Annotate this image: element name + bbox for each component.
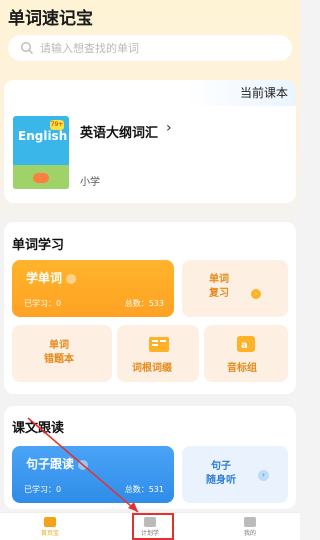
sentence-listen-button[interactable]: 句子 随身听 ›	[182, 446, 288, 503]
profile-icon	[244, 516, 256, 527]
annotation-highlight-box	[132, 513, 174, 540]
book-cover-image: 79+ English	[13, 116, 69, 189]
search-placeholder: 请输入想查找的单词	[40, 42, 139, 55]
current-book-card[interactable]: 当前课本 79+ English 英语大纲词汇 › 小学	[4, 80, 296, 203]
review-line1: 单词	[209, 274, 229, 285]
word-study-panel: 单词学习 学单词 已学习：0 总数：533 单词 复习 › 单词 错题本 词根词…	[4, 222, 296, 394]
review-button[interactable]: 单词 复习 ›	[182, 260, 288, 317]
learn-words-label: 学单词	[26, 271, 63, 285]
tab-mine[interactable]: 我的	[220, 516, 280, 537]
arrow-circle-icon: ›	[251, 289, 261, 299]
root-affix-label: 词根词缀	[132, 363, 172, 374]
phonetic-button[interactable]: a 音标组	[204, 325, 288, 382]
text-follow-panel: 课文跟读 句子跟读 已学习：0 总数：531 句子 随身听 ›	[4, 406, 296, 509]
total-count: 总数：533	[124, 299, 164, 308]
sentence-learned-count: 已学习：0	[24, 485, 62, 494]
wrong-book-button[interactable]: 单词 错题本	[12, 325, 112, 382]
chevron-right-icon[interactable]: ›	[166, 120, 172, 136]
play-circle-icon: ›	[258, 470, 269, 481]
phonetic-icon: a	[237, 336, 255, 352]
book-level: 小学	[80, 177, 100, 188]
text-follow-title: 课文跟读	[12, 421, 65, 436]
svg-text:a: a	[241, 340, 248, 351]
sentence-follow-label: 句子跟读	[26, 457, 75, 471]
learned-count: 已学习：0	[24, 299, 62, 308]
learn-words-button[interactable]: 学单词 已学习：0 总数：533	[12, 260, 174, 317]
wrong-book-line1: 单词	[49, 340, 69, 351]
tab-home[interactable]: 首页宝	[20, 516, 80, 537]
root-affix-button[interactable]: 词根词缀	[117, 325, 199, 382]
sentence-follow-button[interactable]: 句子跟读 已学习：0 总数：531	[12, 446, 174, 503]
sentence-total-count: 总数：531	[124, 485, 164, 494]
app-title: 单词速记宝	[8, 9, 93, 29]
tab-home-label: 首页宝	[40, 529, 59, 537]
book-icon	[149, 337, 169, 352]
sentence-listen-line2: 随身听	[206, 475, 236, 486]
info-icon	[66, 273, 77, 284]
search-input[interactable]: 请输入想查找的单词	[8, 35, 292, 61]
info-icon	[78, 459, 89, 470]
sentence-listen-line1: 句子	[211, 461, 231, 472]
current-book-label: 当前课本	[186, 80, 296, 106]
tab-mine-label: 我的	[243, 529, 256, 537]
word-study-title: 单词学习	[12, 238, 65, 253]
cover-figure	[33, 173, 49, 183]
search-icon	[20, 41, 33, 54]
home-icon	[44, 516, 56, 527]
review-line2: 复习	[209, 288, 229, 299]
phonetic-label: 音标组	[227, 363, 257, 374]
wrong-book-line2: 错题本	[44, 354, 74, 365]
cover-title: English	[18, 129, 68, 143]
book-name: 英语大纲词汇	[80, 126, 159, 141]
